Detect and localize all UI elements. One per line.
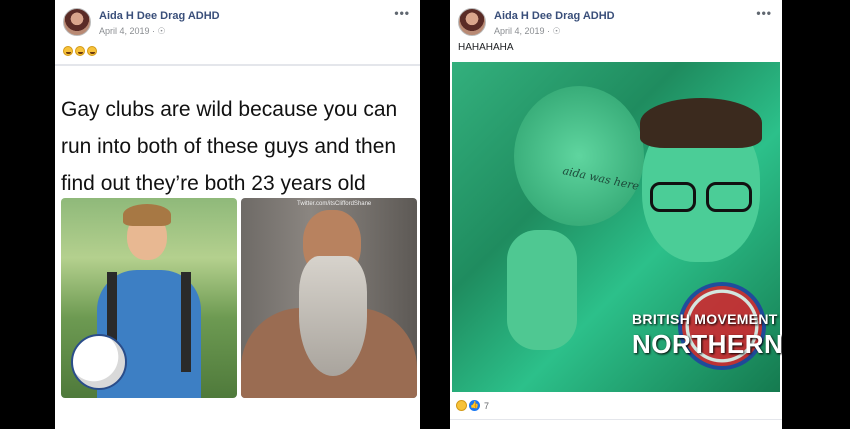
more-options-icon[interactable]: ••• bbox=[394, 6, 410, 20]
logo-text-line2: NORTHERN bbox=[632, 329, 784, 359]
author-name[interactable]: Aida H Dee Drag ADHD bbox=[99, 10, 220, 22]
post-text: HAHAHAHA bbox=[458, 42, 514, 53]
laughing-emoji-icon bbox=[75, 46, 85, 56]
laughing-emoji-icon bbox=[87, 46, 97, 56]
like-reaction-icon: 👍 bbox=[469, 400, 480, 411]
logo-text-line1: BRITISH MOVEMENT bbox=[632, 311, 778, 327]
divider bbox=[450, 419, 782, 420]
haha-reaction-icon bbox=[456, 400, 467, 411]
meme-photo-man[interactable]: Twitter.com/itsCliffordShane bbox=[241, 198, 417, 398]
post-header: Aida H Dee Drag ADHD April 4, 2019 · ☉ •… bbox=[55, 0, 420, 44]
avatar[interactable] bbox=[63, 8, 91, 36]
backpack-strap bbox=[181, 272, 191, 372]
hair-shape bbox=[123, 204, 171, 226]
author-name[interactable]: Aida H Dee Drag ADHD bbox=[494, 10, 615, 22]
post-timestamp[interactable]: April 4, 2019 · ☉ bbox=[99, 26, 166, 37]
lens bbox=[706, 182, 752, 212]
hair-shape bbox=[640, 98, 762, 148]
ball-shape bbox=[71, 334, 127, 390]
post-timestamp[interactable]: April 4, 2019 · ☉ bbox=[494, 26, 561, 37]
divider bbox=[55, 64, 420, 66]
reactions-bar[interactable]: 👍 7 bbox=[456, 400, 489, 411]
more-options-icon[interactable]: ••• bbox=[756, 6, 772, 20]
avatar[interactable] bbox=[458, 8, 486, 36]
reaction-count[interactable]: 7 bbox=[484, 401, 489, 411]
lens bbox=[650, 182, 696, 212]
hand-shape bbox=[507, 230, 577, 350]
post-header: Aida H Dee Drag ADHD April 4, 2019 · ☉ •… bbox=[450, 0, 782, 44]
status-emojis bbox=[63, 46, 97, 56]
glasses-shape bbox=[644, 182, 758, 212]
meme-photo-boy[interactable] bbox=[61, 198, 237, 398]
beard-shape bbox=[299, 256, 367, 376]
meme-caption: Gay clubs are wild because you can run i… bbox=[61, 98, 398, 195]
laughing-emoji-icon bbox=[63, 46, 73, 56]
left-post-card: Aida H Dee Drag ADHD April 4, 2019 · ☉ •… bbox=[55, 0, 420, 429]
image-watermark: Twitter.com/itsCliffordShane bbox=[297, 201, 372, 207]
skin-shape bbox=[514, 86, 644, 226]
